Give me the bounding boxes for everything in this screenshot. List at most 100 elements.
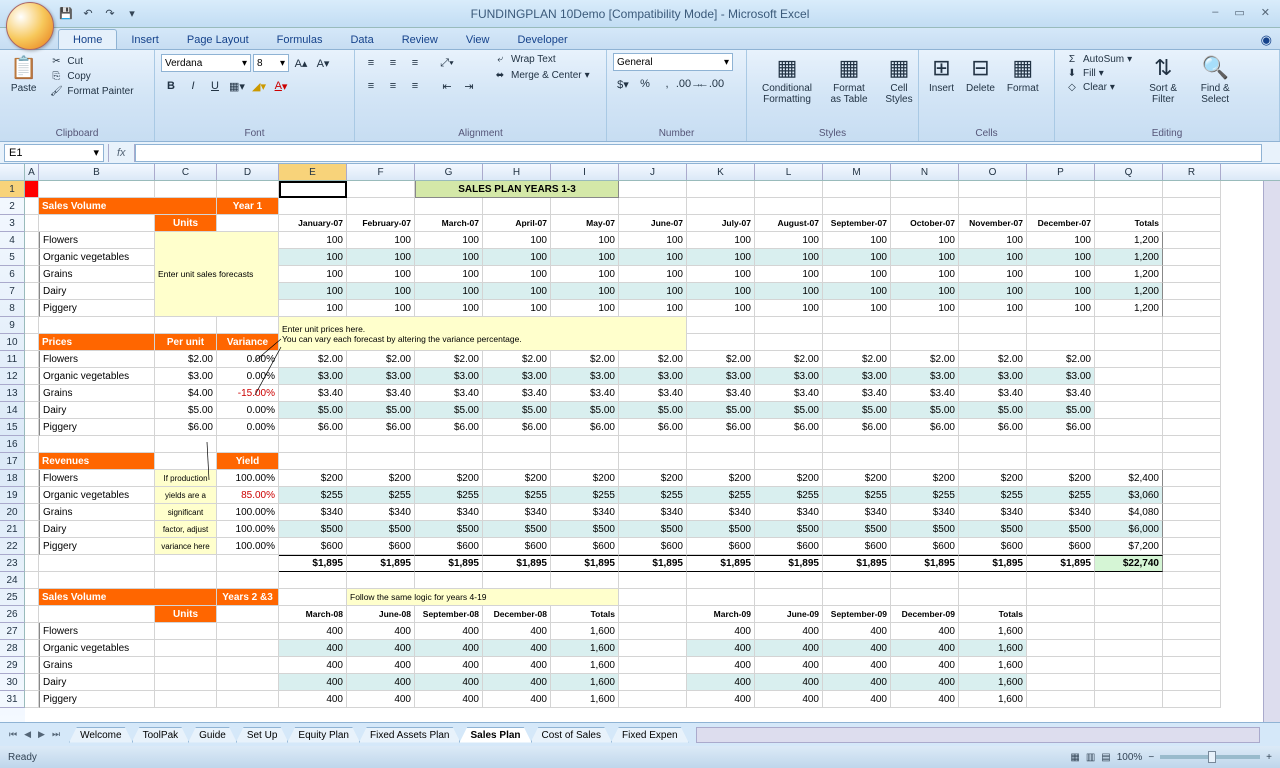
product-name[interactable]: Organic vegetables	[39, 640, 155, 657]
column-header[interactable]: L	[755, 164, 823, 180]
y3-vol-cell[interactable]: 400	[687, 640, 755, 657]
volume-cell[interactable]: 100	[619, 249, 687, 266]
month-header[interactable]: November-07	[959, 215, 1027, 232]
y2-vol-cell[interactable]: 400	[347, 640, 415, 657]
revenue-cell[interactable]: $255	[619, 487, 687, 504]
volume-cell[interactable]: 100	[823, 300, 891, 317]
revenue-cell[interactable]: $255	[1027, 487, 1095, 504]
cut-button[interactable]: ✂Cut	[45, 55, 136, 68]
price-cell[interactable]: $3.00	[687, 368, 755, 385]
price-cell[interactable]: $2.00	[619, 351, 687, 368]
volume-cell[interactable]: 100	[619, 283, 687, 300]
years23-header[interactable]: Years 2 &3	[217, 589, 279, 606]
volume-cell[interactable]: 100	[483, 249, 551, 266]
sales-volume-y23-header[interactable]: Sales Volume	[39, 589, 217, 606]
y3-month-header[interactable]: June-09	[755, 606, 823, 623]
revenue-cell[interactable]: $340	[959, 504, 1027, 521]
volume-cell[interactable]: 100	[687, 300, 755, 317]
zoom-percent[interactable]: 100%	[1117, 752, 1143, 763]
price-cell[interactable]: $3.00	[551, 368, 619, 385]
y3-vol-cell[interactable]: 1,600	[959, 657, 1027, 674]
revenue-cell[interactable]: $340	[687, 504, 755, 521]
column-header[interactable]: O	[959, 164, 1027, 180]
variance[interactable]: 0.00%	[217, 351, 279, 368]
base-price[interactable]: $4.00	[155, 385, 217, 402]
number-format-select[interactable]: General▾	[613, 53, 733, 71]
price-cell[interactable]: $5.00	[483, 402, 551, 419]
product-name[interactable]: Grains	[39, 504, 155, 521]
redo-icon[interactable]: ↷	[102, 6, 118, 22]
revenue-cell[interactable]: $340	[347, 504, 415, 521]
maximize-icon[interactable]: ▭	[1230, 4, 1248, 21]
increase-indent-button[interactable]: ⇥	[459, 76, 479, 96]
revenue-total[interactable]: $1,895	[347, 555, 415, 572]
cells-area[interactable]: SALES PLAN YEARS 1-3Sales VolumeYear 1Un…	[25, 181, 1280, 722]
sheet-tab[interactable]: Fixed Expen	[611, 727, 689, 743]
volume-cell[interactable]: 100	[891, 266, 959, 283]
price-cell[interactable]: $2.00	[687, 351, 755, 368]
product-name[interactable]: Piggery	[39, 691, 155, 708]
revenue-cell[interactable]: $200	[755, 470, 823, 487]
price-cell[interactable]: $3.00	[959, 368, 1027, 385]
volume-cell[interactable]: 100	[891, 300, 959, 317]
price-cell[interactable]: $2.00	[755, 351, 823, 368]
y3-vol-cell[interactable]: 400	[891, 691, 959, 708]
price-cell[interactable]: $2.00	[551, 351, 619, 368]
row-header[interactable]: 11	[0, 351, 25, 368]
align-bottom-button[interactable]: ≡	[405, 53, 425, 73]
align-middle-button[interactable]: ≡	[383, 53, 403, 73]
volume-cell[interactable]: 100	[823, 266, 891, 283]
volume-cell[interactable]: 100	[755, 300, 823, 317]
sheet-tab[interactable]: Welcome	[69, 727, 133, 743]
decrease-decimal-button[interactable]: ←.00	[701, 74, 721, 94]
y3-vol-cell[interactable]: 1,600	[959, 640, 1027, 657]
row-header[interactable]: 24	[0, 572, 25, 589]
volume-cell[interactable]: 100	[959, 232, 1027, 249]
revenue-cell[interactable]: $340	[823, 504, 891, 521]
sheet-tab[interactable]: Fixed Assets Plan	[359, 727, 460, 743]
month-header[interactable]: April-07	[483, 215, 551, 232]
row-header[interactable]: 10	[0, 334, 25, 351]
y2-vol-cell[interactable]: 400	[483, 623, 551, 640]
price-cell[interactable]: $6.00	[959, 419, 1027, 436]
revenue-cell[interactable]: $255	[687, 487, 755, 504]
product-name[interactable]: Piggery	[39, 300, 155, 317]
volume-cell[interactable]: 100	[755, 249, 823, 266]
row-header[interactable]: 25	[0, 589, 25, 606]
autosum-button[interactable]: ΣAutoSum ▾	[1061, 53, 1135, 66]
y3-vol-cell[interactable]: 400	[823, 640, 891, 657]
row-header[interactable]: 9	[0, 317, 25, 334]
revenue-cell[interactable]: $600	[755, 538, 823, 555]
font-color-button[interactable]: A▾	[271, 76, 291, 96]
y2-month-header[interactable]: June-08	[347, 606, 415, 623]
volume-cell[interactable]: 100	[415, 300, 483, 317]
month-header[interactable]: February-07	[347, 215, 415, 232]
base-price[interactable]: $3.00	[155, 368, 217, 385]
y2-vol-cell[interactable]: 400	[483, 674, 551, 691]
variance-header[interactable]: Variance	[217, 334, 279, 351]
horizontal-scrollbar[interactable]	[696, 727, 1260, 743]
note-y419[interactable]: Follow the same logic for years 4-19	[347, 589, 619, 606]
row-header[interactable]: 7	[0, 283, 25, 300]
revenue-cell[interactable]: $600	[687, 538, 755, 555]
row-header[interactable]: 21	[0, 521, 25, 538]
revenue-cell[interactable]: $255	[279, 487, 347, 504]
price-cell[interactable]: $3.40	[347, 385, 415, 402]
price-cell[interactable]: $6.00	[687, 419, 755, 436]
volume-cell[interactable]: 100	[415, 266, 483, 283]
revenue-cell[interactable]: $600	[483, 538, 551, 555]
revenue-total[interactable]: $1,895	[755, 555, 823, 572]
price-cell[interactable]: $2.00	[823, 351, 891, 368]
align-left-button[interactable]: ≡	[361, 76, 381, 96]
price-cell[interactable]: $6.00	[891, 419, 959, 436]
tab-nav-next-icon[interactable]: ▶	[35, 729, 48, 740]
row-header[interactable]: 18	[0, 470, 25, 487]
column-header[interactable]: H	[483, 164, 551, 180]
paste-button[interactable]: 📋Paste	[6, 53, 41, 96]
qat-dropdown-icon[interactable]: ▾	[124, 6, 140, 22]
yield[interactable]: 100.00%	[217, 470, 279, 487]
price-cell[interactable]: $3.40	[415, 385, 483, 402]
price-cell[interactable]: $5.00	[619, 402, 687, 419]
merge-center-button[interactable]: ⬌Merge & Center ▾	[489, 69, 593, 82]
volume-cell[interactable]: 100	[687, 249, 755, 266]
